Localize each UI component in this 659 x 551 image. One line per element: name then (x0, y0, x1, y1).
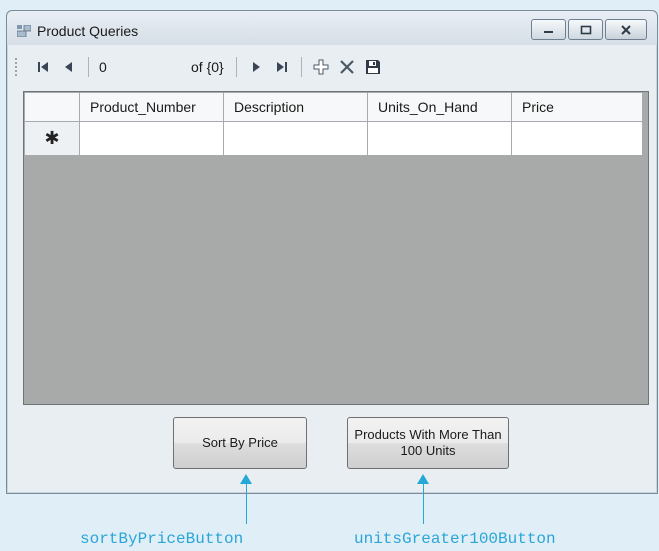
move-last-icon (276, 62, 287, 72)
delete-icon (339, 60, 354, 74)
add-new-button[interactable] (308, 56, 334, 78)
maximize-button[interactable] (568, 19, 603, 40)
window-controls (531, 19, 647, 40)
cell-price[interactable] (511, 121, 643, 156)
column-header-price[interactable]: Price (511, 92, 643, 122)
move-previous-icon (65, 62, 72, 72)
column-header-product-number[interactable]: Product_Number (79, 92, 224, 122)
close-icon (621, 24, 631, 35)
sort-button-arrow-line (246, 482, 247, 524)
column-header-units-on-hand[interactable]: Units_On_Hand (367, 92, 512, 122)
units-greater-100-button[interactable]: Products With More Than 100 Units (347, 417, 509, 469)
toolbar-separator (300, 57, 302, 77)
sort-button-caption: sortByPriceButton (80, 530, 244, 548)
table-row: ✱ (24, 121, 643, 156)
save-icon (365, 60, 380, 74)
move-next-icon (252, 62, 260, 72)
column-header-description[interactable]: Description (223, 92, 368, 122)
form-window: Product Queries of {0} (6, 10, 658, 494)
toolbar-separator (88, 57, 89, 77)
toolbar-separator (235, 57, 237, 77)
toolbar-grip[interactable] (15, 58, 20, 76)
save-button[interactable] (360, 56, 386, 78)
close-button[interactable] (605, 19, 647, 40)
sort-by-price-button[interactable]: Sort By Price (173, 417, 307, 469)
minimize-icon (543, 30, 553, 33)
position-input[interactable] (95, 56, 187, 78)
binding-navigator: of {0} (13, 53, 647, 81)
units-button-arrow-line (423, 482, 424, 524)
minimize-button[interactable] (531, 19, 566, 40)
products-data-grid[interactable]: Product_Number Description Units_On_Hand… (23, 91, 649, 405)
move-first-button[interactable] (30, 56, 56, 78)
maximize-icon (580, 25, 591, 34)
cell-description[interactable] (223, 121, 368, 156)
form-app-icon (17, 25, 31, 37)
move-first-icon (38, 62, 48, 72)
move-previous-button[interactable] (56, 56, 82, 78)
add-icon (313, 59, 329, 75)
row-header-corner[interactable] (24, 92, 80, 122)
count-label: of {0} (191, 59, 224, 75)
move-last-button[interactable] (269, 56, 295, 78)
delete-button[interactable] (334, 56, 360, 78)
move-next-button[interactable] (243, 56, 269, 78)
cell-units-on-hand[interactable] (367, 121, 512, 156)
new-row-marker[interactable]: ✱ (24, 121, 80, 156)
grid-table: Product_Number Description Units_On_Hand… (24, 92, 643, 156)
window-title: Product Queries (37, 23, 139, 39)
units-button-caption: unitsGreater100Button (354, 530, 556, 548)
cell-product-number[interactable] (79, 121, 224, 156)
grid-header-row: Product_Number Description Units_On_Hand… (24, 92, 643, 122)
title-bar[interactable]: Product Queries (7, 11, 657, 45)
